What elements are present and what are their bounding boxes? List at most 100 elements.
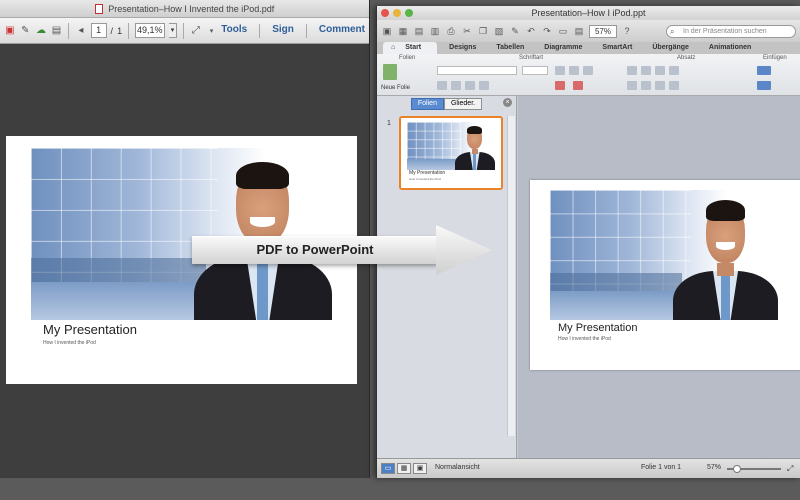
zoom-window-icon[interactable] <box>405 9 413 17</box>
close-window-icon[interactable] <box>381 9 389 17</box>
main-slide-title[interactable]: My Presentation <box>558 322 637 334</box>
shrink-font-icon[interactable] <box>569 66 579 75</box>
sign-button[interactable]: Sign <box>272 24 294 38</box>
align-right-icon[interactable] <box>655 81 665 90</box>
tab-tabellen[interactable]: Tabellen <box>488 42 532 54</box>
status-bar: ▭ ▦ ▣ Normalansicht Folie 1 von 1 57% ⤢ <box>377 458 800 478</box>
save-icon[interactable]: ▥ <box>429 25 441 37</box>
search-input[interactable]: ⌕ In der Präsentation suchen <box>666 24 796 38</box>
align-left-icon[interactable] <box>627 81 637 90</box>
photo-background <box>550 190 778 320</box>
thumbnail-title: My Presentation <box>409 170 446 176</box>
businessman-photo <box>454 122 495 170</box>
sorter-view-icon[interactable]: ▦ <box>397 463 411 474</box>
sidebar-scrollbar[interactable] <box>507 116 515 436</box>
comment-button[interactable]: Comment <box>319 24 365 38</box>
cloud-upload-icon[interactable]: ☁ <box>35 23 47 38</box>
insert-text-icon[interactable] <box>757 66 771 75</box>
toolbar-divider <box>305 23 307 38</box>
underline-icon[interactable] <box>465 81 475 90</box>
slide-editor-area: My Presentation How I invented the iPod <box>518 96 800 458</box>
bold-icon[interactable] <box>437 81 447 90</box>
save-icon[interactable]: ▤ <box>51 23 63 38</box>
thumbnail-photo <box>407 122 495 170</box>
tab-start[interactable]: ⌂ Start <box>383 42 438 54</box>
close-sidebar-icon[interactable]: × <box>503 98 512 107</box>
clear-format-icon[interactable] <box>583 66 593 75</box>
font-name-field[interactable] <box>437 66 517 75</box>
slideshow-icon[interactable]: ▭ <box>557 25 569 37</box>
pdf-window-title: Presentation–How I Invented the iPod.pdf <box>108 4 275 14</box>
prev-page-icon[interactable]: ◂ <box>75 23 87 38</box>
toolbar-divider <box>183 22 185 39</box>
italic-icon[interactable] <box>451 81 461 90</box>
redo-icon[interactable]: ↷ <box>541 25 553 37</box>
fit-window-icon[interactable]: ⤢ <box>787 464 793 474</box>
media-icon[interactable]: ▤ <box>573 25 585 37</box>
more-options-icon[interactable]: ▾ <box>206 23 218 38</box>
zoom-dropdown-icon[interactable]: ▾ <box>168 23 178 38</box>
photo-skyline <box>31 258 206 283</box>
edit-icon[interactable]: ✎ <box>20 23 32 38</box>
justify-icon[interactable] <box>669 81 679 90</box>
ppt-titlebar: Presentation–How I iPod.ppt <box>377 6 800 20</box>
person-tie <box>473 153 477 170</box>
tab-uebergaenge[interactable]: Übergänge <box>644 42 697 54</box>
toolbar-divider <box>68 22 70 39</box>
tab-animationen[interactable]: Animationen <box>701 42 759 54</box>
copy-icon[interactable]: ❐ <box>477 25 489 37</box>
photo-water <box>550 291 687 320</box>
bullets-icon[interactable] <box>627 66 637 75</box>
tab-diagramme[interactable]: Diagramme <box>536 42 590 54</box>
slide-thumbnail[interactable]: My Presentation How I invented the iPod <box>399 116 503 190</box>
new-slide-label[interactable]: Neue Folie <box>381 85 410 91</box>
align-center-icon[interactable] <box>641 81 651 90</box>
tab-gliederung[interactable]: Glieder. <box>443 98 483 110</box>
search-placeholder: In der Präsentation suchen <box>683 27 767 35</box>
slide-number: 1 <box>387 120 391 127</box>
status-view-name: Normalansicht <box>435 464 480 471</box>
tools-button[interactable]: Tools <box>221 24 247 38</box>
zoom-input[interactable]: 49,1% <box>134 23 165 38</box>
minimize-window-icon[interactable] <box>393 9 401 17</box>
slide-photo[interactable] <box>550 190 778 320</box>
photo-water <box>407 159 460 170</box>
undo-icon[interactable]: ↶ <box>525 25 537 37</box>
indent-icon[interactable] <box>655 66 665 75</box>
person-hair <box>705 200 746 222</box>
print-icon[interactable]: ⎙ <box>445 25 457 37</box>
help-icon[interactable]: ? <box>621 25 633 37</box>
paste-icon[interactable]: ▧ <box>493 25 505 37</box>
zoom-slider-knob[interactable] <box>733 465 741 473</box>
pdf-slide-subtitle: How I invented the iPod <box>43 340 96 346</box>
slideshow-view-icon[interactable]: ▣ <box>413 463 427 474</box>
tab-folien[interactable]: Folien <box>410 98 444 110</box>
highlight-icon[interactable] <box>573 81 583 90</box>
numbering-icon[interactable] <box>641 66 651 75</box>
shadow-icon[interactable] <box>479 81 489 90</box>
page-number-input[interactable]: 1 <box>90 23 107 38</box>
font-size-field[interactable] <box>522 66 548 75</box>
tab-designs[interactable]: Designs <box>441 42 484 54</box>
new-icon[interactable]: ▣ <box>381 25 393 37</box>
open-icon[interactable]: ▤ <box>413 25 425 37</box>
main-slide-subtitle[interactable]: How I invented the iPod <box>558 336 611 342</box>
font-color-icon[interactable] <box>555 81 565 90</box>
grid-icon[interactable]: ▦ <box>397 25 409 37</box>
arrow-head <box>436 225 492 275</box>
toolbar-divider <box>128 22 129 39</box>
normal-view-icon[interactable]: ▭ <box>381 463 395 474</box>
cut-icon[interactable]: ✂ <box>461 25 473 37</box>
main-slide[interactable]: My Presentation How I invented the iPod <box>530 180 800 370</box>
fit-page-icon[interactable]: ⤢ <box>190 23 202 38</box>
pdf-slide-title: My Presentation <box>43 322 137 337</box>
format-icon[interactable]: ✎ <box>509 25 521 37</box>
ppt-zoom-field[interactable]: 57% <box>589 24 617 38</box>
create-pdf-icon[interactable]: ▣ <box>4 23 16 38</box>
insert-shape-icon[interactable] <box>757 81 771 90</box>
tab-smartart[interactable]: SmartArt <box>594 42 640 54</box>
outdent-icon[interactable] <box>669 66 679 75</box>
zoom-slider[interactable] <box>727 465 781 473</box>
new-slide-icon[interactable] <box>383 64 397 80</box>
grow-font-icon[interactable] <box>555 66 565 75</box>
